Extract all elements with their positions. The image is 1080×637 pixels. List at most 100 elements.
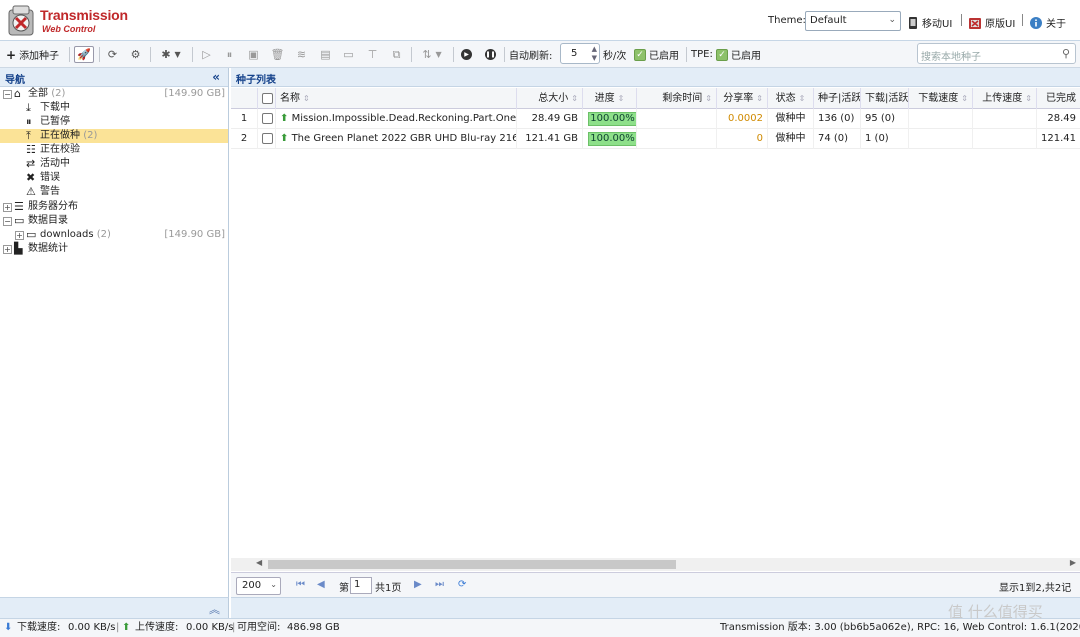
mobile-ui-link[interactable]: 移动UI	[908, 15, 952, 30]
col-remaining[interactable]: 剩余时间 ⇕	[637, 88, 717, 109]
original-ui-icon	[969, 17, 981, 29]
original-ui-label: 原版UI	[985, 19, 1016, 30]
nav-item-stats[interactable]: + ▙ 数据统计	[0, 242, 228, 256]
row-index: 2	[231, 129, 258, 149]
col-select-all[interactable]	[258, 88, 276, 109]
auto-refresh-spinner[interactable]: 5 ▲ ▼	[560, 43, 600, 64]
checkbox-icon	[262, 92, 273, 104]
pause-button[interactable]: ⏸	[222, 46, 237, 63]
last-page-icon[interactable]: ⏭	[435, 579, 444, 590]
toolbar-divider	[99, 47, 100, 62]
tree-expand-icon[interactable]: +	[3, 245, 12, 254]
change-location-button[interactable]: ▤	[318, 46, 333, 63]
original-ui-link[interactable]: 原版UI	[969, 15, 1015, 30]
auto-refresh-unit: 秒/次	[603, 51, 627, 62]
nav-item-downloads-folder[interactable]: + ▭ downloads (2) [149.90 GB]	[0, 228, 228, 242]
scroll-left-icon[interactable]: ◀	[256, 558, 262, 567]
nav-item-error[interactable]: ✖ 错误	[0, 171, 228, 185]
row-checkbox[interactable]	[258, 129, 276, 149]
toolbar: + 添加种子 🚀 ⟳ ⚙ ✱ ▼ ▷ ⏸ ▣ 🗑 ≋ ▤ ▭ ⊤ ⧉ ⇅ ▼ ▶ ❚…	[0, 41, 1080, 68]
table-row[interactable]: 1 ⬆ Mission.Impossible.Dead.Reckoning.Pa…	[231, 109, 1080, 129]
queue-button[interactable]: ⊤	[365, 46, 380, 63]
remove-button[interactable]: 🗑	[270, 46, 285, 63]
nav-all-size: [149.90 GB]	[164, 88, 225, 99]
expand-up-icon[interactable]: ︽	[209, 603, 220, 616]
first-page-icon[interactable]: ⏮	[296, 579, 305, 590]
start-button[interactable]: ▷	[199, 46, 214, 63]
nav-item-seeding[interactable]: ⤒ 正在做种 (2)	[0, 129, 228, 143]
nav-item-label: 已暂停	[40, 116, 70, 127]
add-torrent-button[interactable]: + 添加种子	[6, 46, 64, 63]
page-size-select[interactable]: 200 ⌄	[236, 577, 281, 595]
refresh-icon[interactable]: ⟳	[458, 579, 466, 590]
toolbar-divider	[504, 47, 505, 62]
start-all-button[interactable]: 🚀	[74, 46, 94, 63]
rename-button[interactable]: ▭	[341, 46, 356, 63]
prev-page-icon[interactable]: ◀	[317, 579, 325, 590]
horizontal-scrollbar[interactable]: ◀ ▶	[231, 558, 1080, 571]
col-progress[interactable]: 进度 ⇕	[583, 88, 637, 109]
upload-arrow-icon: ⬆	[280, 133, 289, 144]
checkbox-checked-icon: ✓	[716, 48, 728, 61]
about-link[interactable]: 关于	[1030, 15, 1066, 30]
navigation-panel: 导航 « − ⌂ 全部 (2) [149.90 GB] ⤓ 下载中 ⏸ 已暂停 …	[0, 68, 229, 618]
col-completed[interactable]: 已完成	[1037, 88, 1080, 109]
col-seeds[interactable]: 种子|活跃	[814, 88, 861, 109]
col-name[interactable]: 名称 ⇕	[276, 88, 517, 109]
search-placeholder: 搜索本地种子	[921, 52, 981, 63]
table-row[interactable]: 2 ⬆ The Green Planet 2022 GBR UHD Blu-ra…	[231, 129, 1080, 149]
row-name: ⬆ The Green Planet 2022 GBR UHD Blu-ray …	[276, 129, 517, 149]
pause-icon: ⏸	[26, 115, 32, 128]
page-input[interactable]: 1	[350, 577, 372, 594]
info-icon	[1030, 16, 1042, 29]
tree-collapse-icon[interactable]: −	[3, 217, 12, 226]
row-checkbox[interactable]	[258, 109, 276, 129]
tree-collapse-icon[interactable]: −	[3, 90, 12, 99]
recheck-button[interactable]: ▣	[246, 46, 261, 63]
col-ratio[interactable]: 分享率 ⇕	[717, 88, 768, 109]
nav-item-warning[interactable]: ⚠ 警告	[0, 185, 228, 199]
row-upload-speed	[973, 129, 1037, 149]
scroll-right-icon[interactable]: ▶	[1070, 558, 1076, 567]
col-size[interactable]: 总大小 ⇕	[517, 88, 583, 109]
auto-refresh-toggle[interactable]: ✓ 已启用	[634, 46, 684, 63]
copy-icon: ⧉	[392, 47, 401, 61]
tpe-toggle[interactable]: ✓ 已启用	[716, 46, 766, 63]
nav-item-servers[interactable]: + ☰ 服务器分布	[0, 200, 228, 214]
grid-header: 名称 ⇕ 总大小 ⇕ 进度 ⇕ 剩余时间 ⇕ 分享率 ⇕ 状态 ⇕ 种子|活跃 下载|活跃 …	[231, 88, 1080, 109]
tree-expand-icon[interactable]: +	[3, 203, 12, 212]
tpe-label: TPE:	[691, 49, 713, 60]
mobile-icon	[909, 16, 917, 29]
sort-icon: ⇕	[705, 94, 712, 103]
nav-item-downloading[interactable]: ⤓ 下载中	[0, 101, 228, 115]
settings-button[interactable]: ⚙	[127, 46, 144, 63]
scrollbar-thumb[interactable]	[268, 560, 676, 569]
nav-item-active[interactable]: ⇄ 活动中	[0, 157, 228, 171]
tree-expand-icon[interactable]: +	[15, 231, 24, 240]
search-input[interactable]: 搜索本地种子 ⚲	[917, 43, 1076, 64]
play-circle-icon: ▶	[461, 49, 472, 60]
row-seeds: 136 (0)	[814, 109, 861, 129]
col-download-speed[interactable]: 下载速度 ⇕	[909, 88, 973, 109]
upload-arrow-icon: ⬆	[280, 113, 289, 124]
nav-item-checking[interactable]: ☷ 正在校验	[0, 143, 228, 157]
move-dropdown[interactable]: ⇅ ▼	[417, 46, 447, 63]
collapse-left-icon[interactable]: «	[212, 70, 220, 84]
nav-item-all[interactable]: − ⌂ 全部 (2) [149.90 GB]	[0, 87, 228, 101]
nav-item-folders[interactable]: − ▭ 数据目录	[0, 214, 228, 228]
checkbox-icon	[262, 112, 273, 124]
start-all-play-button[interactable]: ▶	[459, 46, 474, 63]
col-peers[interactable]: 下载|活跃	[861, 88, 909, 109]
reannounce-button[interactable]: ≋	[294, 46, 309, 63]
plugins-dropdown[interactable]: ✱ ▼	[156, 46, 186, 63]
next-page-icon[interactable]: ▶	[414, 579, 422, 590]
nav-item-paused[interactable]: ⏸ 已暂停	[0, 115, 228, 129]
col-upload-speed[interactable]: 上传速度 ⇕	[973, 88, 1037, 109]
pause-all-button[interactable]: ❚❚	[483, 46, 498, 63]
theme-select[interactable]: Default ⌄	[805, 11, 901, 31]
col-status[interactable]: 状态 ⇕	[768, 88, 814, 109]
nav-all-label: 全部 (2)	[28, 88, 66, 99]
copy-button[interactable]: ⧉	[389, 46, 404, 63]
tpe-enabled-label: 已启用	[731, 51, 761, 62]
refresh-button[interactable]: ⟳	[104, 46, 121, 63]
